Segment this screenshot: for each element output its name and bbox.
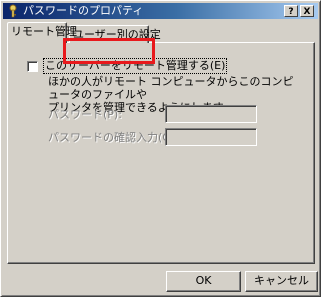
title-bar[interactable]: パスワードのプロパティ ? X: [3, 3, 318, 19]
key-icon: [9, 4, 17, 18]
cancel-button[interactable]: キャンセル: [245, 271, 318, 292]
password-confirm-label: パスワードの確認入力(O):: [48, 131, 179, 144]
window-title: パスワードのプロパティ: [23, 4, 144, 17]
remote-admin-checkbox[interactable]: [27, 61, 38, 72]
tab-remote-admin[interactable]: リモート管理: [7, 22, 77, 43]
properties-dialog: パスワードのプロパティ ? X リモート管理 ユーザー別の設定 このサーバーをリ…: [0, 0, 321, 297]
tab-per-user-settings[interactable]: ユーザー別の設定: [69, 25, 161, 43]
ok-button[interactable]: OK: [166, 271, 241, 292]
password-confirm-field[interactable]: [165, 128, 257, 146]
close-button[interactable]: X: [300, 5, 314, 17]
password-label: パスワード(P):: [48, 108, 122, 121]
password-field[interactable]: [165, 105, 257, 123]
help-button[interactable]: ?: [284, 5, 298, 17]
remote-admin-checkbox-label[interactable]: このサーバーをリモート管理する(E): [42, 58, 228, 74]
